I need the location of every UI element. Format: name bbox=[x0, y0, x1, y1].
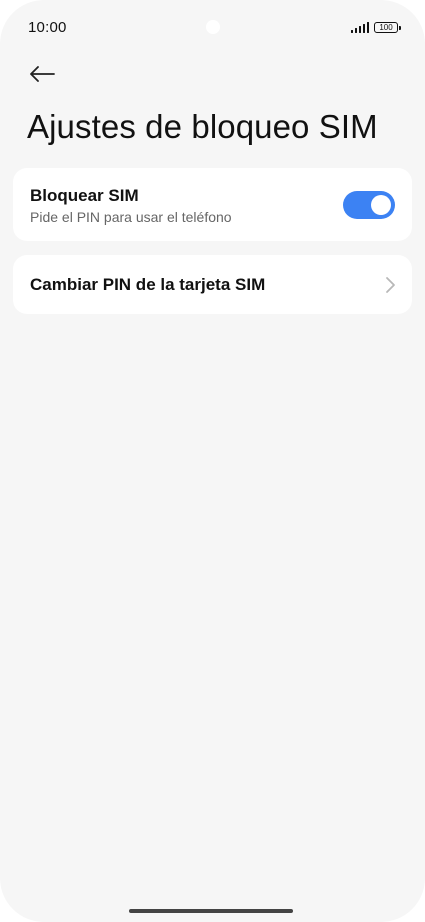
battery-level: 100 bbox=[379, 22, 393, 32]
change-sim-pin-item[interactable]: Cambiar PIN de la tarjeta SIM bbox=[13, 255, 412, 314]
battery-icon: 100 bbox=[374, 22, 401, 33]
toggle-knob bbox=[371, 195, 391, 215]
change-sim-pin-title: Cambiar PIN de la tarjeta SIM bbox=[30, 275, 266, 294]
lock-sim-title: Bloquear SIM bbox=[30, 186, 139, 205]
lock-sim-subtitle: Pide el PIN para usar el teléfono bbox=[30, 209, 232, 225]
status-time: 10:00 bbox=[28, 19, 67, 36]
arrow-left-icon bbox=[30, 66, 55, 82]
lock-sim-toggle[interactable] bbox=[343, 191, 395, 219]
home-indicator[interactable] bbox=[129, 909, 293, 913]
signal-bars-icon bbox=[350, 22, 369, 33]
page-title: Ajustes de bloqueo SIM bbox=[27, 108, 378, 145]
status-icons: 100 bbox=[350, 22, 401, 33]
lock-sim-card: Bloquear SIM Pide el PIN para usar el te… bbox=[13, 168, 412, 241]
phone-screen: 10:00 100 Ajustes de bloqueo SIM Bloquea… bbox=[0, 0, 425, 922]
front-camera bbox=[206, 20, 220, 34]
chevron-right-icon bbox=[386, 277, 395, 293]
back-button[interactable] bbox=[24, 56, 60, 92]
